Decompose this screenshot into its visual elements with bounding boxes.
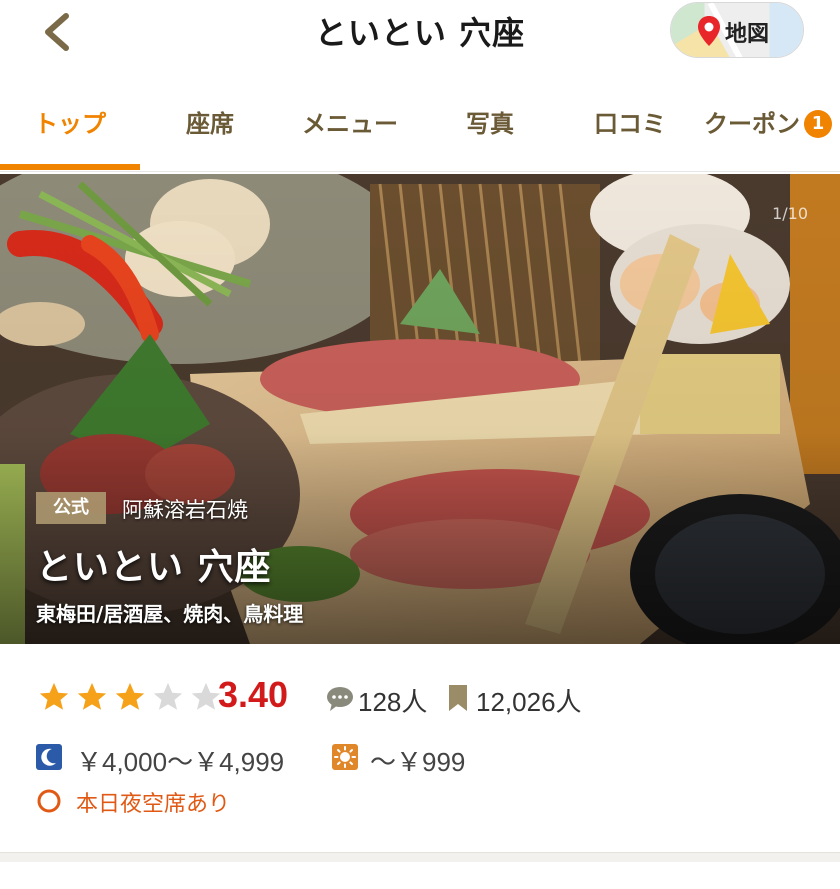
moon-icon: [36, 744, 62, 770]
circle-icon: [37, 789, 61, 813]
map-button-label: 地図: [725, 22, 770, 47]
star-rating: [36, 680, 226, 714]
tab-menu[interactable]: メニュー: [280, 104, 420, 164]
rating-row: 3.40 128人 12,026人: [36, 672, 816, 722]
tab-reviews[interactable]: 口コミ: [560, 104, 700, 164]
star-icon: [115, 682, 145, 710]
tab-coupon[interactable]: クーポン 1: [696, 104, 840, 164]
tab-top[interactable]: トップ: [0, 104, 140, 164]
tab-bar: トップ 座席 メニュー 写真 口コミ クーポン 1: [0, 96, 840, 172]
star-empty-icon: [153, 682, 183, 710]
hero-photo[interactable]: 1/10 公式 阿蘇溶岩石焼 といとい 穴座 東梅田/居酒屋、焼肉、鳥料理: [0, 174, 840, 644]
sun-icon: [332, 744, 358, 770]
photo-counter: 1/10: [772, 204, 808, 223]
dinner-budget: ￥4,000～￥4,999: [76, 747, 285, 777]
area-category-label: 東梅田/居酒屋、焼肉、鳥料理: [36, 602, 304, 626]
active-tab-indicator: [0, 164, 140, 170]
coupon-count-badge: 1: [804, 110, 832, 138]
bookmark-count[interactable]: 12,026人: [476, 682, 582, 719]
official-badge: 公式: [36, 492, 106, 524]
section-divider: [0, 852, 840, 862]
tab-label: 写真: [466, 110, 514, 138]
review-count[interactable]: 128人: [358, 682, 427, 719]
vacancy-row[interactable]: 本日夜空席あり: [36, 786, 636, 818]
tab-label: トップ: [34, 110, 106, 138]
app-header: といとい 穴座 地図: [0, 0, 840, 64]
tab-label: 口コミ: [594, 110, 666, 138]
rating-score: 3.40: [218, 674, 289, 715]
star-icon: [77, 682, 107, 710]
vacancy-status: 本日夜空席あり: [76, 792, 231, 817]
bookmark-icon: [449, 685, 467, 711]
comment-icon: [327, 687, 353, 711]
lunch-budget: ～￥999: [370, 747, 466, 777]
tab-photos[interactable]: 写真: [420, 104, 560, 164]
price-row: ￥4,000～￥4,999 ～￥999: [36, 742, 816, 778]
map-button[interactable]: 地図: [670, 2, 804, 58]
tab-label: クーポン: [704, 110, 800, 138]
genre-label: 阿蘇溶岩石焼: [122, 498, 248, 522]
tab-label: メニュー: [302, 110, 398, 138]
map-pin-icon: [698, 16, 720, 46]
tab-seats[interactable]: 座席: [140, 104, 280, 164]
star-icon: [39, 682, 69, 710]
tab-label: 座席: [186, 110, 234, 138]
shop-name: といとい 穴座: [36, 547, 272, 588]
